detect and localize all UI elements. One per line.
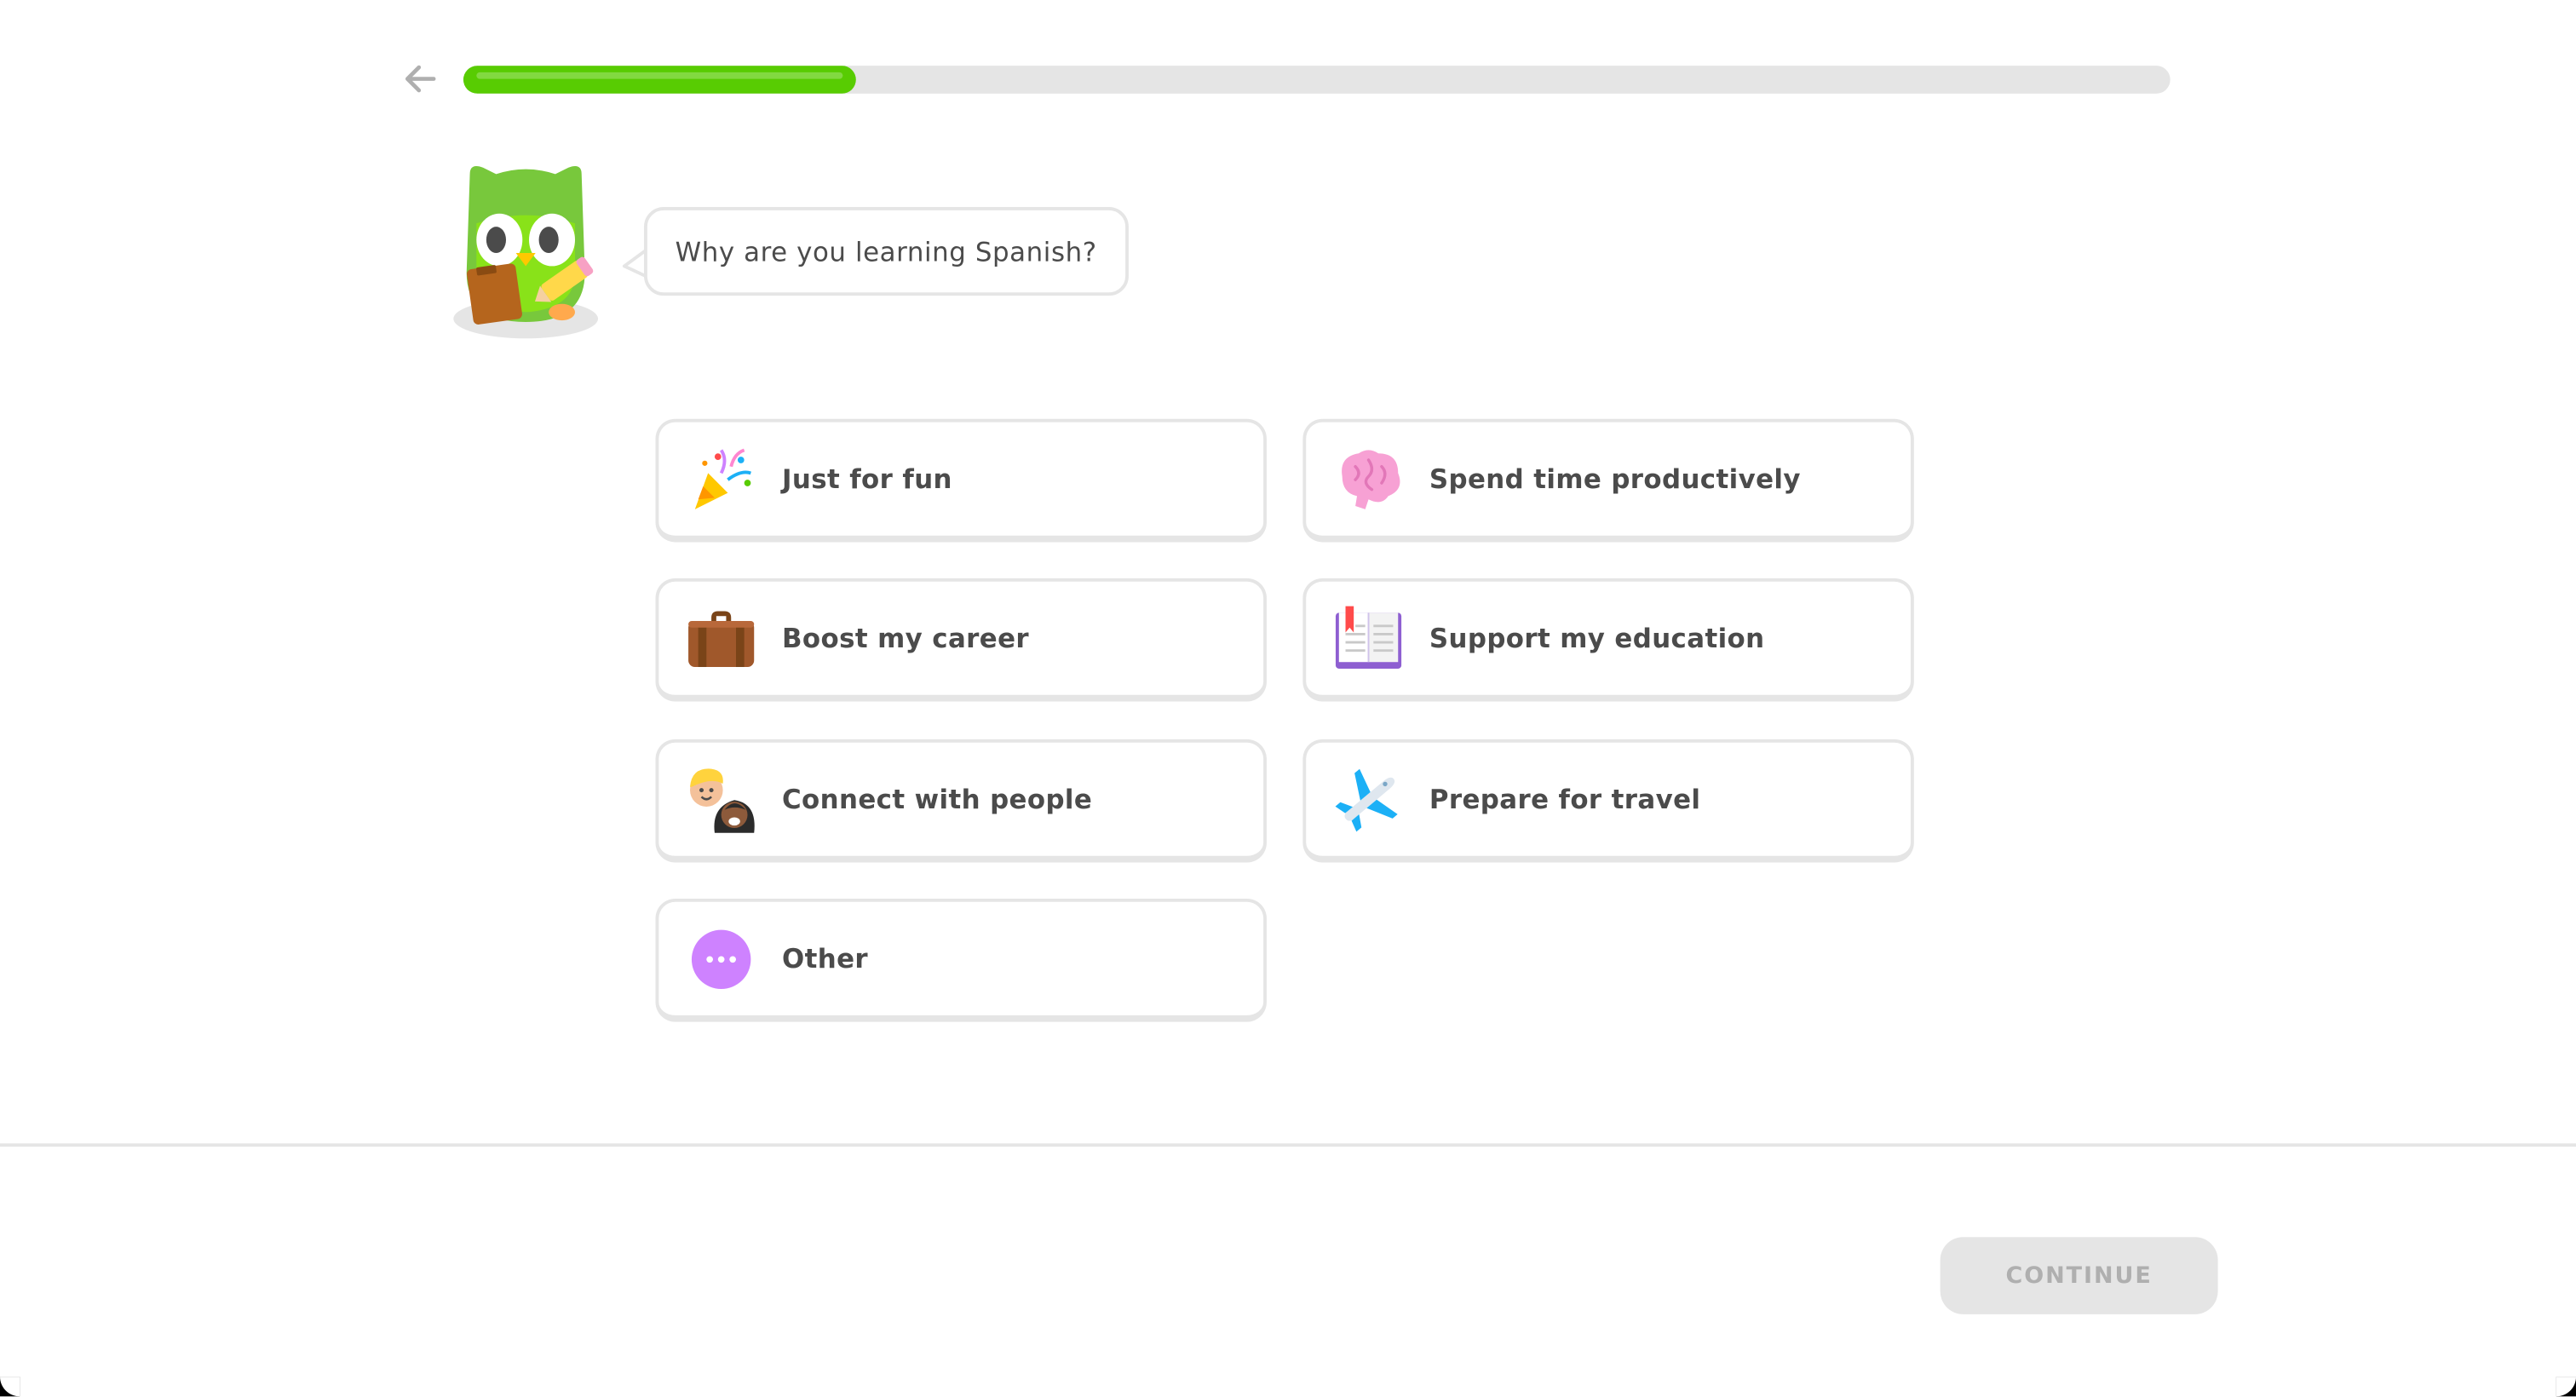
question-text: Why are you learning Spanish? <box>675 235 1097 267</box>
footer-divider <box>0 1143 2576 1147</box>
owl-mascot-icon <box>453 165 599 339</box>
option-label: Spend time productively <box>1429 463 1801 495</box>
briefcase-icon <box>685 602 757 675</box>
progress-fill <box>463 66 856 94</box>
option-label: Boost my career <box>782 622 1029 654</box>
progress-bar <box>463 66 2171 94</box>
speech-bubble: Why are you learning Spanish? <box>644 207 1129 296</box>
option-other[interactable]: Other <box>655 898 1267 1022</box>
option-connect-with-people[interactable]: Connect with people <box>655 739 1267 863</box>
window-corner <box>2556 1377 2576 1397</box>
option-spend-time-productively[interactable]: Spend time productively <box>1302 418 1914 543</box>
airplane-icon <box>1332 763 1405 836</box>
window-corner <box>0 1377 20 1397</box>
people-icon <box>685 763 757 836</box>
option-support-my-education[interactable]: Support my education <box>1302 578 1914 702</box>
option-label: Other <box>782 943 869 974</box>
book-icon <box>1332 602 1405 675</box>
option-just-for-fun[interactable]: Just for fun <box>655 418 1267 543</box>
option-label: Prepare for travel <box>1429 783 1701 815</box>
option-prepare-for-travel[interactable]: Prepare for travel <box>1302 739 1914 863</box>
arrow-left-icon <box>405 65 436 93</box>
brain-icon <box>1332 443 1405 515</box>
option-label: Connect with people <box>782 783 1093 815</box>
option-boost-my-career[interactable]: Boost my career <box>655 578 1267 702</box>
option-label: Just for fun <box>782 463 952 495</box>
more-dots-icon <box>685 923 757 995</box>
continue-button[interactable]: CONTINUE <box>1940 1237 2218 1314</box>
continue-label: CONTINUE <box>2005 1262 2153 1289</box>
option-label: Support my education <box>1429 622 1765 654</box>
onboarding-screen: Why are you learning Spanish? Just for f… <box>0 0 2576 1397</box>
owl-mascot <box>447 158 605 345</box>
back-button[interactable] <box>394 56 447 102</box>
party-popper-icon <box>685 443 757 515</box>
